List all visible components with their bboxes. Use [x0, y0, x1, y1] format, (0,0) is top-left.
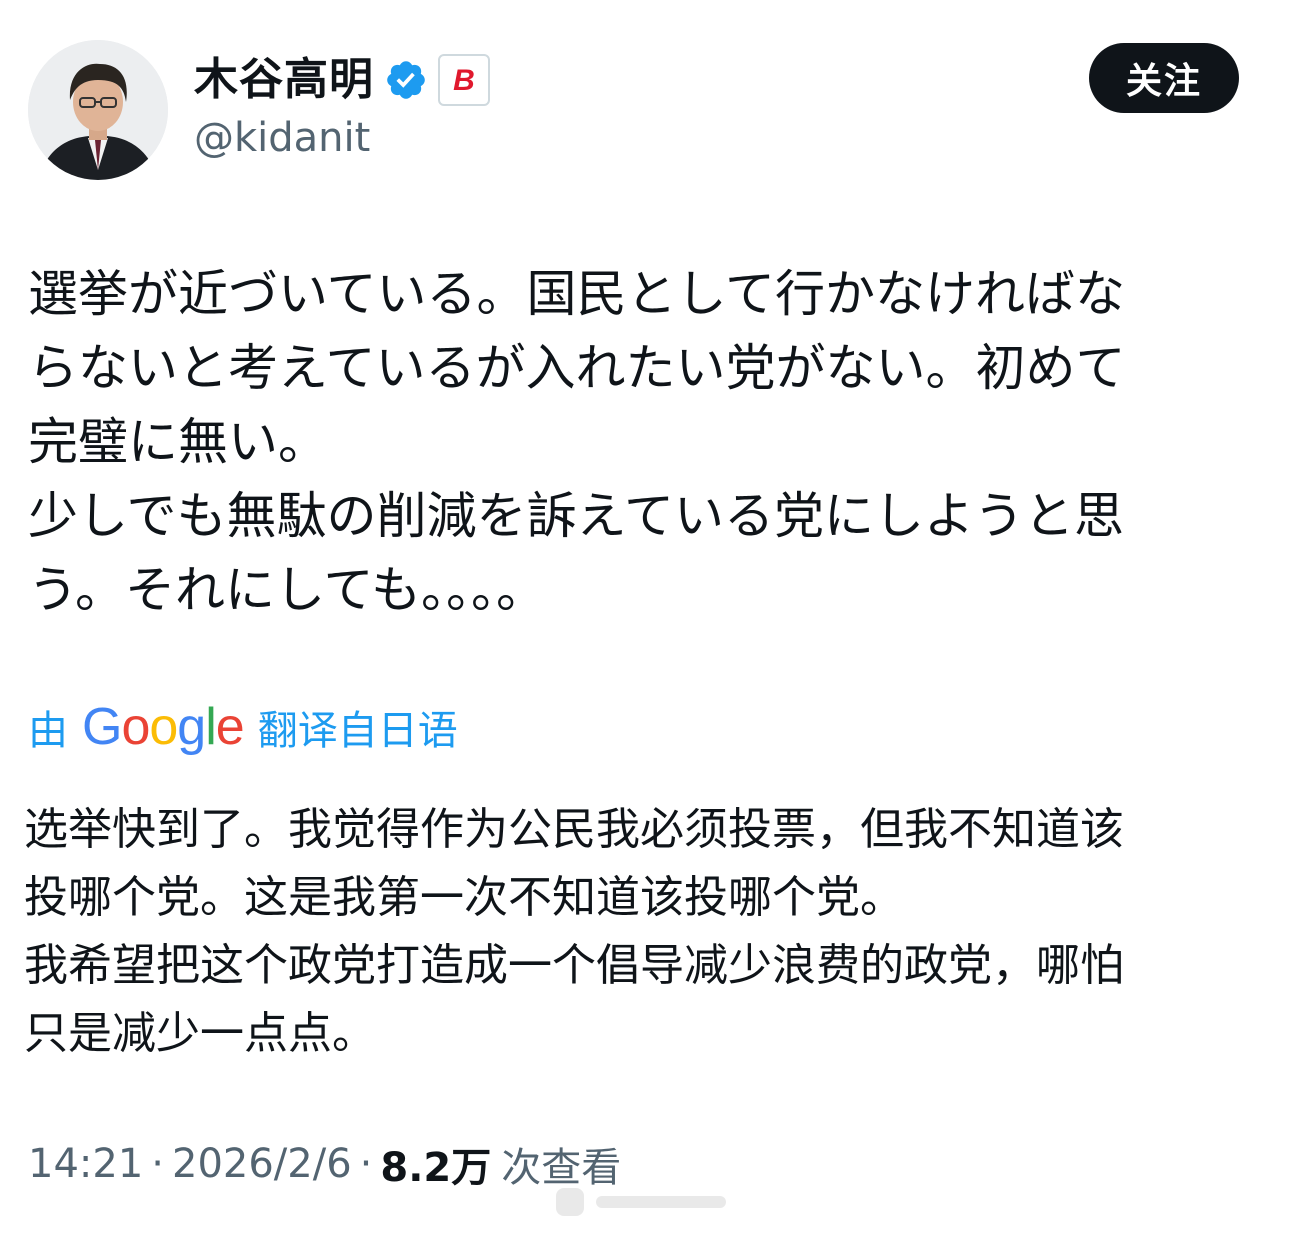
tweet-text-line: 完璧に無い。	[28, 413, 328, 471]
translated-text: 选举快到了。我觉得作为公民我必须投票，但我不知道该 投哪个党。这是我第一次不知道…	[24, 796, 1244, 1068]
translated-text-line: 只是减少一点点。	[24, 1008, 376, 1059]
tweet-meta: 14:21 · 2026/2/6 · 8.2万 次查看	[28, 1134, 621, 1194]
meta-separator: ·	[151, 1141, 164, 1187]
translation-suffix: 翻译自日语	[257, 708, 458, 754]
watermark-icon	[556, 1188, 726, 1216]
translated-text-line: 投哪个党。这是我第一次不知道该投哪个党。	[24, 872, 904, 923]
affiliate-badge[interactable]: B	[438, 54, 490, 106]
tweet-text-line: 少しでも無駄の削減を訴えている党にしようと思	[28, 487, 1124, 545]
translated-text-line: 选举快到了。我觉得作为公民我必须投票，但我不知道该	[24, 804, 1124, 855]
view-count[interactable]: 8.2万	[380, 1135, 491, 1193]
tweet-date[interactable]: 2026/2/6	[172, 1141, 352, 1187]
affiliate-logo-icon: B	[453, 64, 475, 97]
tweet-text-line: 選挙が近づいている。国民として行かなければな	[28, 265, 1125, 323]
author-avatar[interactable]	[28, 40, 168, 180]
author-handle[interactable]: @kidanit	[194, 110, 370, 166]
avatar-portrait-icon	[28, 40, 168, 180]
meta-separator: ·	[359, 1141, 373, 1187]
tweet-text-line: う。それにしても。。。。	[28, 561, 546, 619]
author-display-name[interactable]: 木谷高明	[194, 50, 374, 110]
verified-badge-icon	[384, 58, 428, 102]
google-logo-icon: Google	[82, 698, 245, 756]
tweet-text-line: らないと考えているが入れたい党がない。初めて	[28, 339, 1126, 397]
tweet-text: 選挙が近づいている。国民として行かなければな らないと考えているが入れたい党がな…	[28, 257, 1228, 627]
follow-button[interactable]: 关注	[1089, 43, 1239, 113]
translation-prefix: 由	[28, 708, 68, 754]
tweet-time[interactable]: 14:21	[28, 1141, 143, 1187]
translation-attribution-link[interactable]: 由 Google 翻译自日语	[28, 695, 458, 759]
author-name-row: 木谷高明 B	[194, 50, 490, 110]
svg-text:B: B	[453, 64, 475, 97]
translated-text-line: 我希望把这个政党打造成一个倡导减少浪费的政党，哪怕	[24, 940, 1124, 991]
